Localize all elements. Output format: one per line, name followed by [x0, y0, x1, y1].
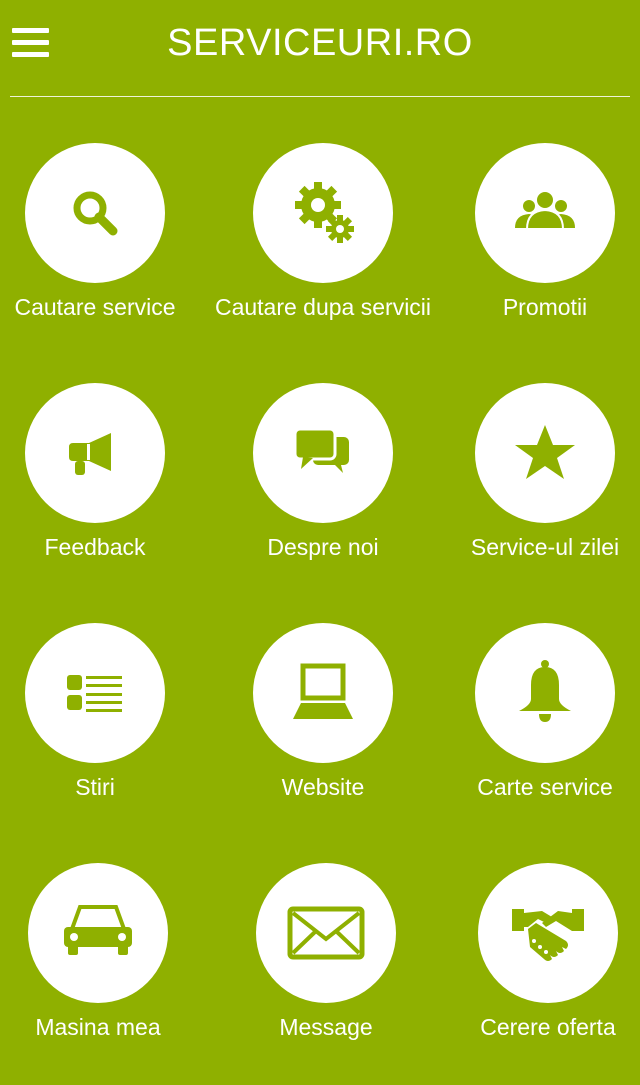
header-divider — [10, 96, 630, 97]
tile-circle[interactable] — [475, 143, 615, 283]
tile-promotii[interactable]: Promotii — [435, 143, 640, 363]
tile-label: Promotii — [502, 294, 588, 320]
tile-label: Stiri — [75, 774, 115, 800]
tile-circle[interactable] — [475, 623, 615, 763]
tile-label: Despre noi — [267, 534, 379, 560]
tile-carte-service[interactable]: Carte service — [435, 623, 640, 843]
tile-stiri[interactable]: Stiri — [0, 623, 205, 843]
tile-circle[interactable] — [478, 863, 618, 1003]
tile-despre-noi[interactable]: Despre noi — [213, 383, 433, 603]
tile-label: Message — [279, 1014, 373, 1040]
tile-cerere-oferta[interactable]: Cerere oferta — [438, 863, 640, 1083]
tile-circle[interactable] — [475, 383, 615, 523]
app-title: SERVICEURI.RO — [167, 22, 473, 64]
car-icon — [64, 905, 132, 955]
chat-bubbles-icon — [293, 427, 349, 473]
group-icon — [515, 190, 575, 230]
bell-icon — [519, 660, 571, 722]
tile-label: Feedback — [44, 534, 146, 560]
app-header: SERVICEURI.RO — [0, 0, 640, 98]
tile-service-ul-zilei[interactable]: Service-ul zilei — [435, 383, 640, 603]
tile-circle[interactable] — [25, 383, 165, 523]
megaphone-icon — [69, 433, 111, 475]
tile-feedback[interactable]: Feedback — [0, 383, 205, 603]
tile-circle[interactable] — [25, 623, 165, 763]
star-icon — [515, 425, 575, 479]
tile-label: Cautare service — [14, 294, 176, 320]
tile-label: Service-ul zilei — [470, 534, 620, 560]
tile-circle[interactable] — [256, 863, 396, 1003]
laptop-icon — [293, 663, 353, 719]
tile-label: Masina mea — [35, 1014, 161, 1040]
tile-circle[interactable] — [253, 383, 393, 523]
tile-label: Cerere oferta — [480, 1014, 616, 1040]
handshake-icon — [512, 909, 584, 961]
envelope-icon — [287, 906, 365, 960]
tile-circle[interactable] — [25, 143, 165, 283]
tile-circle[interactable] — [28, 863, 168, 1003]
gears-icon — [295, 182, 354, 243]
tile-circle[interactable] — [253, 623, 393, 763]
tile-cautare-service[interactable]: Cautare service — [0, 143, 205, 363]
tile-label: Cautare dupa servicii — [214, 294, 432, 320]
list-icon — [67, 675, 122, 712]
tile-website[interactable]: Website — [213, 623, 433, 843]
tile-cautare-dupa-servicii[interactable]: Cautare dupa servicii — [213, 143, 433, 363]
tile-masina-mea[interactable]: Masina mea — [0, 863, 208, 1083]
tile-label: Website — [281, 774, 365, 800]
tile-circle[interactable] — [253, 143, 393, 283]
tile-message[interactable]: Message — [216, 863, 436, 1083]
tile-label: Carte service — [477, 774, 613, 800]
search-icon — [73, 191, 118, 236]
